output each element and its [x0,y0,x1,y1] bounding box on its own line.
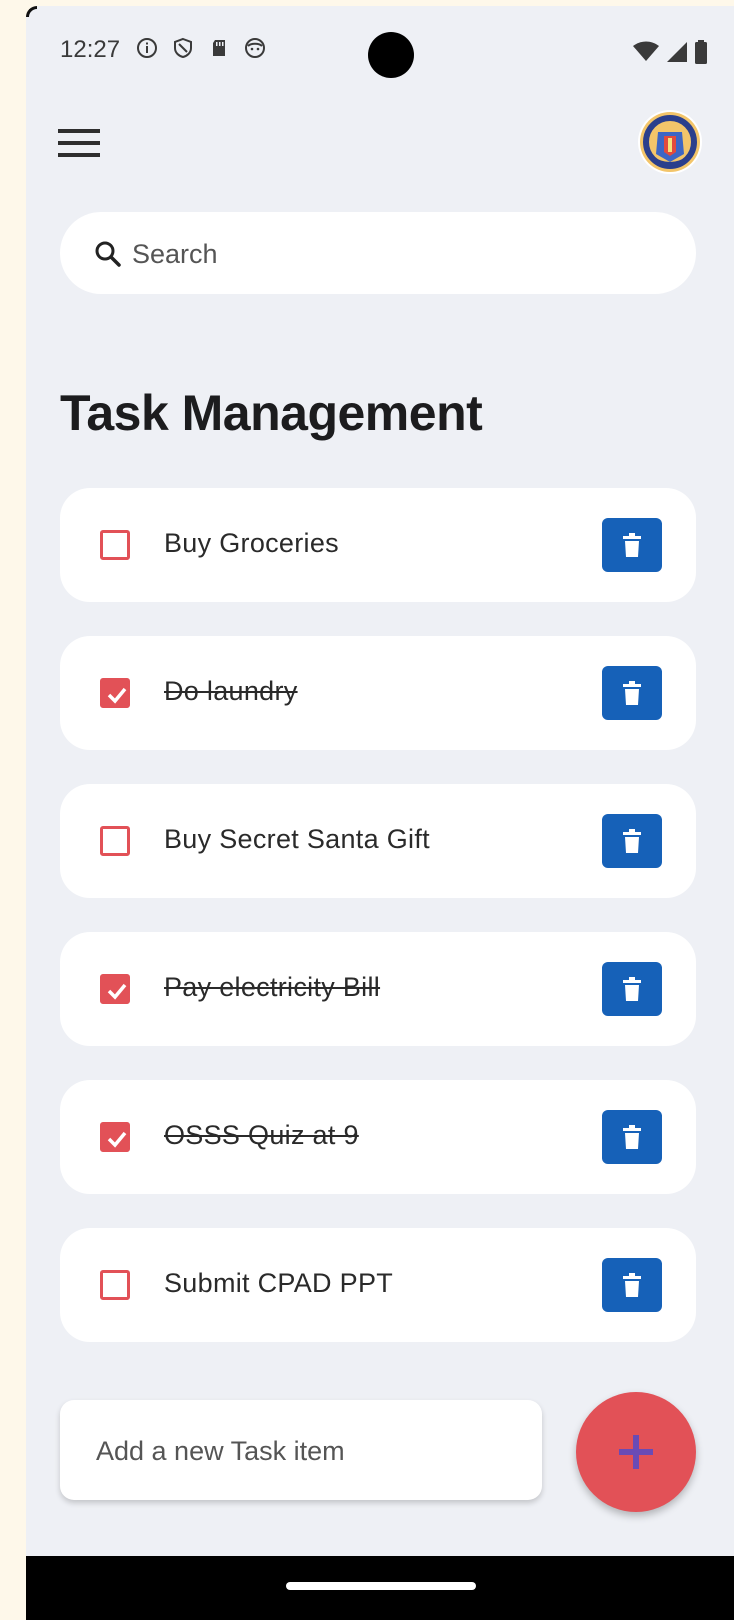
task-label: Pay electricity Bill [164,972,381,1002]
face-icon [244,37,266,59]
new-task-input[interactable] [94,1428,518,1474]
delete-task-button[interactable] [602,666,662,720]
checkmark-icon [107,1131,127,1148]
delete-task-button[interactable] [602,814,662,868]
search-bar[interactable] [60,212,696,294]
battery-icon [694,40,708,69]
sd-card-icon [208,37,230,59]
delete-task-button[interactable] [602,962,662,1016]
trash-icon [623,977,641,1001]
task-item: Buy Secret Santa Gift [60,784,696,898]
task-checkbox[interactable] [100,974,130,1004]
new-task-card [60,1400,542,1500]
menu-button[interactable] [58,126,102,166]
college-emblem-icon [640,112,700,172]
task-checkbox[interactable] [100,1270,130,1300]
delete-task-button[interactable] [602,518,662,572]
task-item: OSSS Quiz at 9 [60,1080,696,1194]
delete-task-button[interactable] [602,1258,662,1312]
navigation-bar [26,1556,734,1620]
task-label: OSSS Quiz at 9 [164,1120,359,1150]
search-input[interactable] [130,232,674,276]
menu-icon [58,129,100,157]
task-label: Buy Secret Santa Gift [164,824,430,854]
task-item: Pay electricity Bill [60,932,696,1046]
system-icons [632,40,708,69]
trash-icon [623,1125,641,1149]
status-bar: 12:27 [26,6,734,96]
task-checkbox[interactable] [100,678,130,708]
trash-icon [623,829,641,853]
home-handle[interactable] [286,1582,476,1590]
shield-icon [172,37,194,59]
info-icon [136,37,158,59]
task-checkbox[interactable] [100,1122,130,1152]
task-item: Buy Groceries [60,488,696,602]
search-icon [95,241,121,267]
checkmark-icon [107,983,127,1000]
task-checkbox[interactable] [100,530,130,560]
signal-icon [666,41,688,68]
task-label: Submit CPAD PPT [164,1268,394,1298]
trash-icon [623,681,641,705]
phone-screen: 12:27 Search Task Management Buy Groceri… [26,6,734,1620]
add-task-button[interactable] [576,1392,696,1512]
task-label: Do laundry [164,676,298,706]
avatar[interactable] [638,110,702,174]
task-label: Buy Groceries [164,528,339,558]
page-title: Task Management [60,385,483,441]
trash-icon [623,533,641,557]
delete-task-button[interactable] [602,1110,662,1164]
checkmark-icon [107,687,127,704]
plus-icon [619,1435,653,1469]
trash-icon [623,1273,641,1297]
camera-cutout [368,32,414,78]
status-icons [136,37,266,59]
status-time: 12:27 [60,36,121,63]
task-checkbox[interactable] [100,826,130,856]
wifi-icon [632,41,660,68]
task-item: Do laundry [60,636,696,750]
task-item: Submit CPAD PPT [60,1228,696,1342]
